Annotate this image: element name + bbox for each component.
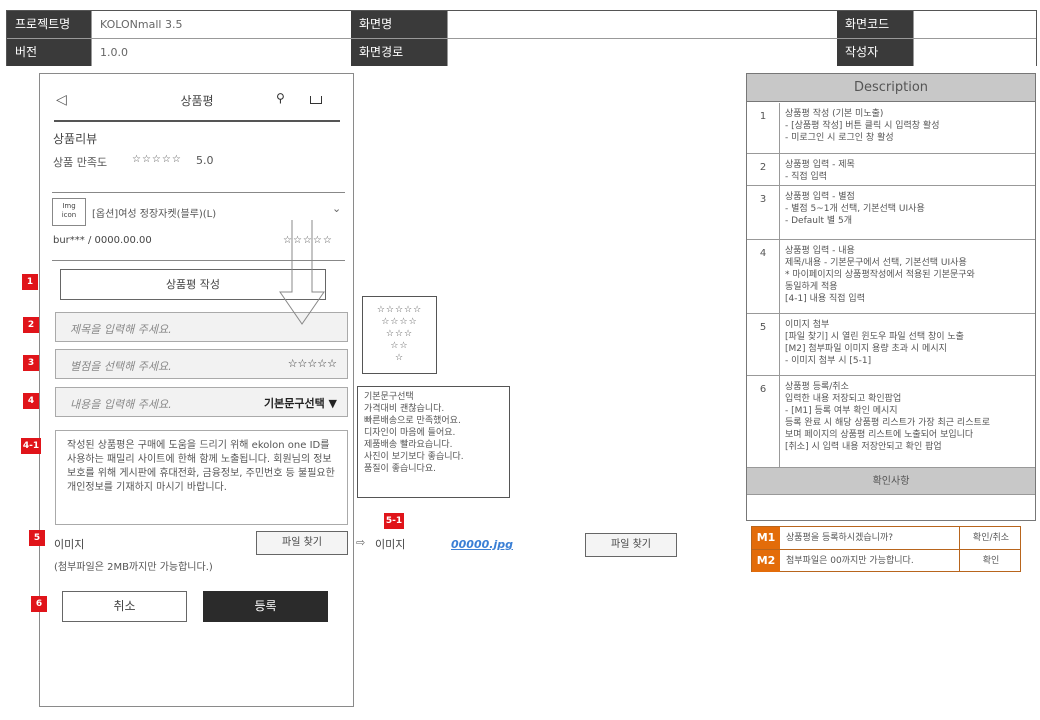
step-badge: 2 xyxy=(23,317,39,333)
message-code: M2 xyxy=(752,550,780,572)
template-option[interactable]: 기본문구선택 xyxy=(364,391,503,403)
preview-file-find-button[interactable]: 파일 찾기 xyxy=(585,533,677,557)
template-option[interactable]: 디자인이 마음에 들어요. xyxy=(364,427,503,439)
step-badge: 5-1 xyxy=(384,513,404,529)
message-table: M1 상품평을 등록하시겠습니까? 확인/취소 M2 첨부파일은 00까지만 가… xyxy=(751,526,1021,572)
description-item: 6 상품평 등록/취소 입력한 내용 저장되고 확인팝업 - [M1] 등록 여… xyxy=(747,376,1035,468)
description-item: 4 상품평 입력 - 내용 제목/내용 - 기본문구에서 선택, 기본선택 UI… xyxy=(747,240,1035,314)
image-size-hint: (첨부파일은 2MB까지만 가능합니다.) xyxy=(54,562,213,573)
step-badge: 1 xyxy=(22,274,38,290)
step-badge: 5 xyxy=(29,530,45,546)
rating-placeholder: 별점을 선택해 주세요. xyxy=(70,360,172,373)
description-number: 6 xyxy=(747,376,780,467)
description-item: 5 이미지 첨부 [파일 찾기] 시 열린 윈도우 파일 선택 창이 노출 [M… xyxy=(747,314,1035,376)
version-label: 버전 xyxy=(7,39,91,66)
template-text-options-popup: 기본문구선택 가격대비 괜찮습니다. 빠른배송으로 만족했어요. 디자인이 마음… xyxy=(357,386,510,498)
template-option[interactable]: 제품배송 빨라요습니다. xyxy=(364,439,503,451)
description-item: 2 상품평 입력 - 제목 - 직접 입력 xyxy=(747,154,1035,186)
arrow-right-icon: ⇨ xyxy=(356,536,366,549)
description-number: 2 xyxy=(747,154,780,185)
image-label: 이미지 xyxy=(54,538,85,551)
reviewer-info: bur*** / 0000.00.00 xyxy=(53,235,152,246)
star-option-3[interactable]: ☆☆☆ xyxy=(363,328,436,340)
star-option-4[interactable]: ☆☆☆☆ xyxy=(363,316,436,328)
description-text: 상품평 입력 - 별점 - 별점 5~1개 선택, 기본선택 UI사용 - De… xyxy=(785,192,925,226)
cart-icon[interactable] xyxy=(310,96,322,104)
product-option-title: [옵션]여성 정장자켓(블루)(L) xyxy=(92,209,217,220)
star-rating-options-popup: ☆☆☆☆☆ ☆☆☆☆ ☆☆☆ ☆☆ ☆ xyxy=(362,296,437,374)
content-placeholder: 내용을 입력해 주세요. xyxy=(70,398,172,411)
product-thumbnail: Img icon xyxy=(52,198,86,226)
page-title: 상품평 xyxy=(180,94,214,108)
screen-path-value xyxy=(447,39,837,66)
rating-label: 상품 만족도 xyxy=(53,156,108,169)
author-label: 작성자 xyxy=(837,39,913,66)
rating-stars: ☆☆☆☆☆ xyxy=(132,154,182,165)
description-item: 1 상품평 작성 (기본 미노출) - [상품평 작성] 버튼 클릭 시 입력창… xyxy=(747,103,1035,154)
version-value: 1.0.0 xyxy=(91,39,351,66)
screen-name-label: 화면명 xyxy=(351,11,447,38)
step-badge: 6 xyxy=(31,596,47,612)
rating-select[interactable]: 별점을 선택해 주세요. ☆☆☆☆☆ xyxy=(55,349,348,379)
description-number: 3 xyxy=(747,186,780,239)
project-label: 프로젝트명 xyxy=(7,11,91,38)
template-option[interactable]: 가격대비 괜찮습니다. xyxy=(364,403,503,415)
submit-button[interactable]: 등록 xyxy=(203,591,328,622)
message-action: 확인 xyxy=(982,556,1000,566)
flow-arrow-icon xyxy=(279,220,325,325)
description-panel: Description 1 상품평 작성 (기본 미노출) - [상품평 작성]… xyxy=(746,73,1036,521)
file-find-button[interactable]: 파일 찾기 xyxy=(256,531,348,555)
cancel-button[interactable]: 취소 xyxy=(62,591,187,622)
app-bar: ◁ 상품평 ⚲ xyxy=(54,80,340,122)
description-text: 이미지 첨부 [파일 찾기] 시 열린 윈도우 파일 선택 창이 노출 [M2]… xyxy=(785,320,964,366)
title-placeholder: 제목을 입력해 주세요. xyxy=(70,323,172,336)
description-number: 5 xyxy=(747,314,780,375)
content-select[interactable]: 내용을 입력해 주세요. 기본문구선택 ▼ xyxy=(55,387,348,417)
review-section-title: 상품리뷰 xyxy=(53,132,98,146)
rating-value: 5.0 xyxy=(196,154,214,167)
project-value: KOLONmall 3.5 xyxy=(91,11,351,38)
author-value xyxy=(913,39,1036,66)
review-content-textarea[interactable]: 작성된 상품평은 구매에 도움을 드리기 위해 ekolon one ID를 사… xyxy=(55,430,348,525)
screen-code-label: 화면코드 xyxy=(837,11,913,38)
template-option[interactable]: 품질이 좋습니다요. xyxy=(364,463,503,475)
divider xyxy=(52,192,345,193)
description-number: 1 xyxy=(747,103,780,153)
message-code: M1 xyxy=(752,527,780,549)
description-text: 상품평 입력 - 제목 - 직접 입력 xyxy=(785,160,855,182)
spec-header-table: 프로젝트명 KOLONmall 3.5 화면명 화면코드 버전 1.0.0 화면… xyxy=(6,10,1037,66)
step-badge: 4-1 xyxy=(21,438,41,454)
screen-name-value xyxy=(447,11,837,38)
message-text: 첨부파일은 00까지만 가능합니다. xyxy=(782,550,960,572)
description-number: 4 xyxy=(747,240,780,313)
chevron-down-icon[interactable]: ⌄ xyxy=(332,202,341,215)
message-text: 상품평을 등록하시겠습니까? xyxy=(782,527,960,549)
template-option[interactable]: 빠른배송으로 만족했어요. xyxy=(364,415,503,427)
template-option[interactable]: 사진이 보기보다 좋습니다. xyxy=(364,451,503,463)
template-select-dropdown[interactable]: 기본문구선택 ▼ xyxy=(264,395,337,411)
search-icon[interactable]: ⚲ xyxy=(276,91,285,105)
screen-path-label: 화면경로 xyxy=(351,39,447,66)
step-badge: 3 xyxy=(23,355,39,371)
description-item: 3 상품평 입력 - 별점 - 별점 5~1개 선택, 기본선택 UI사용 - … xyxy=(747,186,1035,240)
message-action: 확인/취소 xyxy=(972,533,1010,543)
description-title: Description xyxy=(747,74,1035,102)
preview-image-label: 이미지 xyxy=(375,538,406,551)
description-text: 상품평 등록/취소 입력한 내용 저장되고 확인팝업 - [M1] 등록 여부 … xyxy=(785,382,991,452)
step-badge: 4 xyxy=(23,393,39,409)
description-text: 상품평 작성 (기본 미노출) - [상품평 작성] 버튼 클릭 시 입력창 활… xyxy=(785,109,940,143)
mobile-screen-frame: ◁ 상품평 ⚲ 상품리뷰 상품 만족도 ☆☆☆☆☆ 5.0 Img icon [… xyxy=(39,73,354,707)
star-option-1[interactable]: ☆ xyxy=(363,352,436,364)
star-option-2[interactable]: ☆☆ xyxy=(363,340,436,352)
attached-file-link[interactable]: 00000.jpg xyxy=(451,538,513,551)
star-option-5[interactable]: ☆☆☆☆☆ xyxy=(363,304,436,316)
rating-stars-select[interactable]: ☆☆☆☆☆ xyxy=(288,357,337,370)
check-items-title: 확인사항 xyxy=(747,468,1035,495)
description-text: 상품평 입력 - 내용 제목/내용 - 기본문구에서 선택, 기본선택 UI사용… xyxy=(785,246,975,304)
screen-code-value xyxy=(913,11,1036,38)
